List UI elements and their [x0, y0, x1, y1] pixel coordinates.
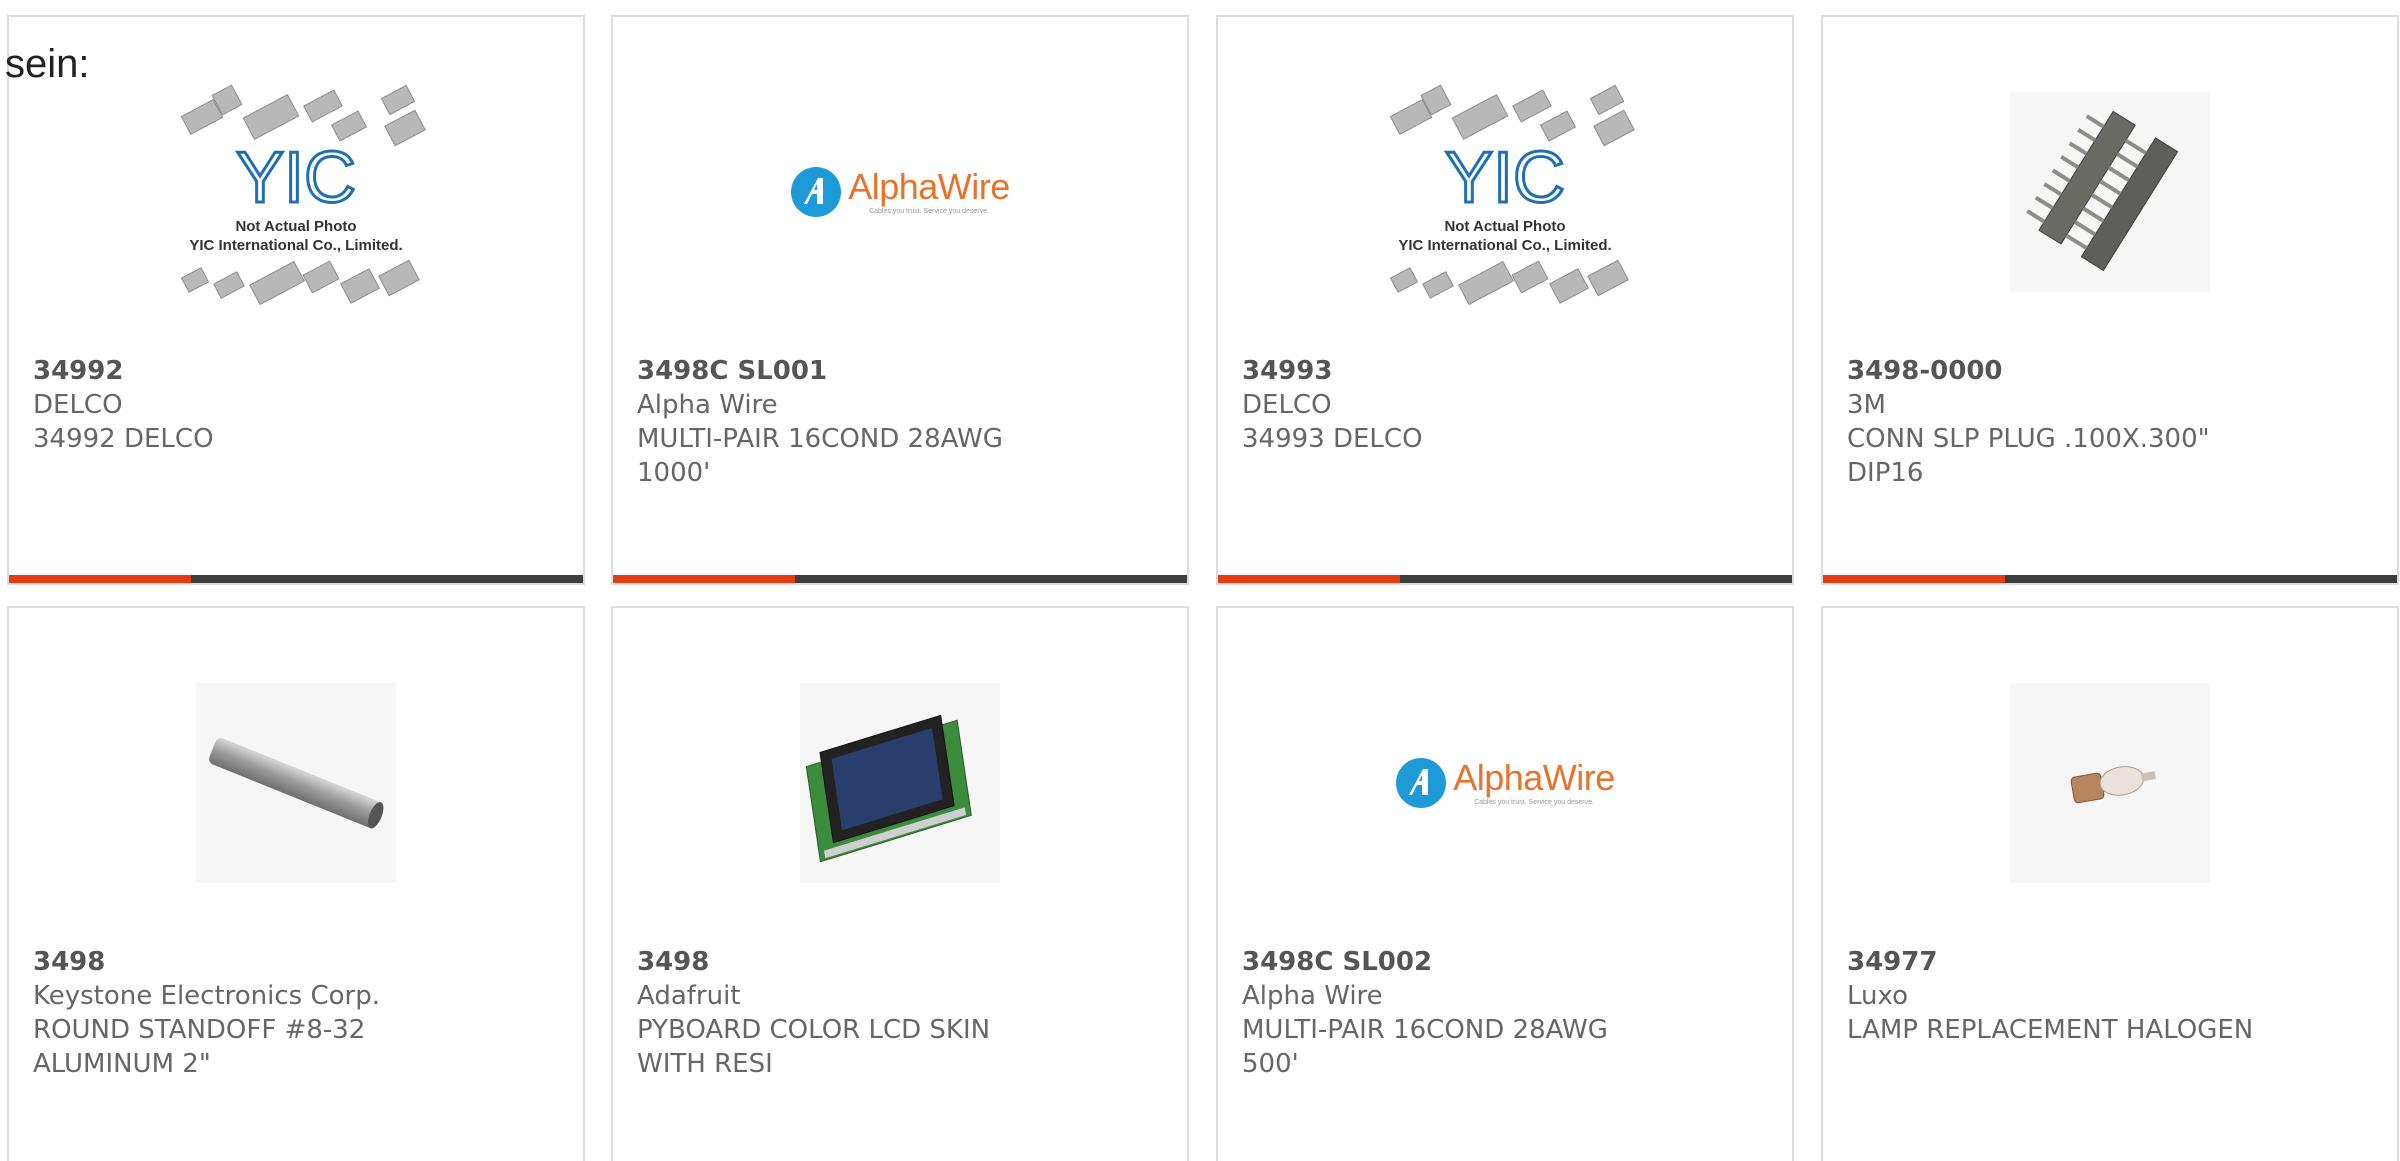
standoff-icon [209, 738, 384, 829]
yic-placeholder-image: YIC Not Actual Photo YIC International Co.… [1365, 77, 1645, 307]
product-info: 3498-0000 3M CONN SLP PLUG .100X.300" DIP16 [1847, 354, 2287, 490]
halogen-lamp-photo [2010, 683, 2210, 883]
part-number[interactable]: 3498C SL002 [1242, 945, 1682, 979]
part-number[interactable]: 34992 [33, 354, 473, 388]
product-card[interactable]: AlphaWire Cables you trust. Service you d… [611, 15, 1189, 585]
card-bottom-accent [9, 575, 191, 583]
manufacturer: DELCO [1242, 390, 1332, 420]
description-line: MULTI-PAIR 16COND 28AWG [637, 424, 1003, 454]
caption-line-2: YIC International Co., Limited. [189, 237, 403, 254]
lcd-board-photo [800, 683, 1000, 883]
product-card[interactable]: 3498 Keystone Electronics Corp. ROUND STAN… [7, 606, 585, 1161]
not-actual-photo-caption: Not Actual Photo YIC International Co., L… [156, 217, 436, 255]
caption-line-1: Not Actual Photo [235, 218, 357, 235]
alphawire-tagline: Cables you trust. Service you deserve. [869, 208, 989, 215]
card-bottom-accent [1218, 575, 1400, 583]
chip-packages-icon: YIC [180, 84, 426, 306]
description-line: 500' [1242, 1049, 1299, 1079]
product-card[interactable]: YIC Not Actual Photo YIC International Co.… [7, 15, 585, 585]
alphawire-wordmark-col: AlphaWire Cables you trust. Service you d… [1453, 757, 1615, 807]
standoff-photo [196, 683, 396, 883]
card-bottom-bar [613, 575, 1187, 583]
product-info: 3498C SL002 Alpha Wire MULTI-PAIR 16COND 2… [1242, 945, 1682, 1081]
chip-packages-icon: YIC [1389, 84, 1635, 306]
card-bottom-bar [9, 575, 583, 583]
product-image[interactable] [1823, 668, 2397, 898]
manufacturer: Alpha Wire [637, 390, 778, 420]
product-info: 34977 Luxo LAMP REPLACEMENT HALOGEN [1847, 945, 2287, 1047]
manufacturer: Luxo [1847, 981, 1909, 1011]
alphawire-wordmark: AlphaWire [1453, 757, 1615, 798]
connector-photo [2010, 92, 2210, 292]
product-image[interactable]: AlphaWire Cables you trust. Service you d… [1218, 668, 1792, 898]
alphawire-mark-icon [791, 167, 842, 217]
manufacturer: Keystone Electronics Corp. [33, 981, 381, 1011]
caption-line-1: Not Actual Photo [1444, 218, 1566, 235]
product-card[interactable]: 3498 Adafruit PYBOARD COLOR LCD SKIN WITH R… [611, 606, 1189, 1161]
description-line: DIP16 [1847, 458, 1924, 488]
product-card[interactable]: 34977 Luxo LAMP REPLACEMENT HALOGEN [1821, 606, 2399, 1161]
connector-icon [2026, 110, 2179, 272]
manufacturer: Alpha Wire [1242, 981, 1383, 1011]
product-image[interactable] [9, 668, 583, 898]
yic-logo: YIC [1445, 138, 1565, 218]
card-bottom-accent [1823, 575, 2005, 583]
halogen-lamp-icon [2070, 766, 2156, 804]
manufacturer: 3M [1847, 390, 1886, 420]
description-line: 1000' [637, 458, 711, 488]
alphawire-wordmark-col: AlphaWire Cables you trust. Service you d… [848, 166, 1010, 216]
card-bottom-bar [1823, 575, 2397, 583]
product-card[interactable]: AlphaWire Cables you trust. Service you d… [1216, 606, 1794, 1161]
lcd-board-icon [805, 714, 972, 863]
alphawire-logo-row: AlphaWire Cables you trust. Service you d… [790, 166, 1010, 218]
card-bottom-bar [1218, 575, 1792, 583]
product-card[interactable]: YIC Not Actual Photo YIC International Co.… [1216, 15, 1794, 585]
product-info: 3498 Keystone Electronics Corp. ROUND STAN… [33, 945, 473, 1081]
part-number[interactable]: 3498 [33, 945, 473, 979]
description-line: CONN SLP PLUG .100X.300" [1847, 424, 2210, 454]
part-number[interactable]: 34993 [1242, 354, 1682, 388]
product-image[interactable] [613, 668, 1187, 898]
product-image[interactable]: YIC Not Actual Photo YIC International Co.… [1218, 77, 1792, 307]
description-line: WITH RESI [637, 1049, 773, 1079]
description-line: ROUND STANDOFF #8-32 [33, 1015, 366, 1045]
caption-line-2: YIC International Co., Limited. [1398, 237, 1612, 254]
product-card[interactable]: 3498-0000 3M CONN SLP PLUG .100X.300" DIP16 [1821, 15, 2399, 585]
description-line: PYBOARD COLOR LCD SKIN [637, 1015, 991, 1045]
description-line: 34992 DELCO [33, 424, 214, 454]
product-info: 34993 DELCO 34993 DELCO [1242, 354, 1682, 456]
product-info: 3498 Adafruit PYBOARD COLOR LCD SKIN WITH R… [637, 945, 1077, 1081]
yic-logo: YIC [236, 138, 356, 218]
alphawire-logo-row: AlphaWire Cables you trust. Service you d… [1395, 757, 1615, 809]
alphawire-logo: AlphaWire Cables you trust. Service you d… [1395, 757, 1615, 809]
manufacturer: Adafruit [637, 981, 741, 1011]
description-line: MULTI-PAIR 16COND 28AWG [1242, 1015, 1608, 1045]
not-actual-photo-caption: Not Actual Photo YIC International Co., L… [1365, 217, 1645, 255]
part-number[interactable]: 3498C SL001 [637, 354, 1077, 388]
product-info: 34992 DELCO 34992 DELCO [33, 354, 473, 456]
description-line: ALUMINUM 2" [33, 1049, 211, 1079]
product-grid-page: sein: YIC Not Actual Photo YIC Internation… [0, 0, 2400, 1161]
overlay-text: sein: [5, 42, 90, 86]
part-number[interactable]: 3498-0000 [1847, 354, 2287, 388]
alphawire-logo: AlphaWire Cables you trust. Service you d… [790, 166, 1010, 218]
description-line: LAMP REPLACEMENT HALOGEN [1847, 1015, 2254, 1045]
product-info: 3498C SL001 Alpha Wire MULTI-PAIR 16COND 2… [637, 354, 1077, 490]
product-image[interactable] [1823, 77, 2397, 307]
yic-placeholder-image: YIC Not Actual Photo YIC International Co.… [156, 77, 436, 307]
alphawire-tagline: Cables you trust. Service you deserve. [1474, 799, 1594, 806]
part-number[interactable]: 34977 [1847, 945, 2287, 979]
manufacturer: DELCO [33, 390, 123, 420]
alphawire-wordmark: AlphaWire [848, 166, 1010, 207]
description-line: 34993 DELCO [1242, 424, 1423, 454]
product-image[interactable]: YIC Not Actual Photo YIC International Co.… [9, 77, 583, 307]
alphawire-mark-icon [1396, 758, 1447, 808]
part-number[interactable]: 3498 [637, 945, 1077, 979]
product-image[interactable]: AlphaWire Cables you trust. Service you d… [613, 77, 1187, 307]
card-bottom-accent [613, 575, 795, 583]
